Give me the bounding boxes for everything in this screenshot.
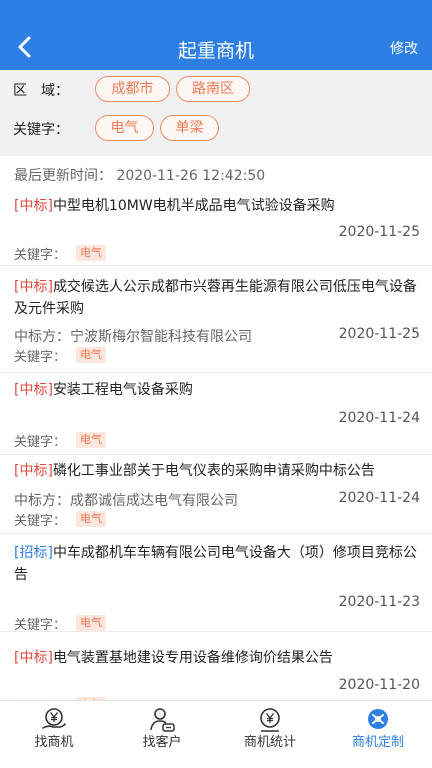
tab-label: 找商机 (34, 735, 74, 750)
item-tag: [中标] (14, 650, 53, 666)
item-title: [招标]中车成都机车车辆有限公司电气设备大（项）修项目竞标公告 (14, 545, 417, 583)
item-tag: [中标] (14, 382, 53, 398)
keyword-label: 关键字： (13, 122, 69, 138)
item-date: 2020-11-24 (338, 410, 420, 426)
keyword-label: 关键字： (14, 618, 67, 633)
keyword-label: 关键字： (14, 350, 67, 365)
keyword-chip: 电气 (76, 615, 106, 631)
filter-panel: 区 域： 成都市 路南区 关键字： 电气 单梁 (0, 70, 432, 156)
customer-icon (150, 708, 175, 732)
tab-opportunity-custom[interactable]: 商机定制 (324, 701, 432, 768)
keyword-chip: 电气 (76, 245, 106, 261)
keyword-chip-danliang[interactable]: 单梁 (160, 115, 219, 141)
list-item[interactable]: [中标]安装工程电气设备采购 2020-11-24 关键字： 电气 (0, 373, 432, 455)
edit-button[interactable]: 修改 (390, 38, 418, 58)
item-title: [中标]成交候选人公示成都市兴蓉再生能源有限公司低压电气设备及元件采购 (14, 279, 417, 317)
item-tag: [中标] (14, 279, 53, 295)
region-chip-lunan[interactable]: 路南区 (176, 76, 250, 102)
tab-label: 商机定制 (351, 735, 404, 750)
list-item[interactable]: [中标]成交候选人公示成都市兴蓉再生能源有限公司低压电气设备及元件采购 中标方：… (0, 266, 432, 373)
item-title: [中标]中型电机10MW电机半成品电气试验设备采购 (14, 198, 335, 214)
item-tag: [中标] (14, 198, 53, 214)
region-label: 区 域： (13, 83, 69, 99)
tab-label: 商机统计 (243, 735, 296, 750)
item-title: [中标]磷化工事业部关于电气仪表的采购申请采购中标公告 (14, 463, 375, 479)
item-date: 2020-11-25 (338, 326, 420, 342)
list-item[interactable]: [中标]中型电机10MW电机半成品电气试验设备采购 2020-11-25 关键字… (0, 189, 432, 266)
item-date: 2020-11-20 (338, 677, 420, 693)
keyword-chip-dianqi[interactable]: 电气 (95, 115, 154, 141)
yen-chart-icon (260, 708, 280, 732)
tab-label: 找客户 (142, 735, 182, 750)
region-chip-chengdu[interactable]: 成都市 (95, 76, 170, 102)
item-tag: [招标] (14, 545, 53, 561)
keyword-chip: 电气 (76, 347, 106, 363)
item-date: 2020-11-24 (338, 490, 420, 506)
keyword-chip: 电气 (76, 432, 106, 448)
list-item[interactable]: [中标]磷化工事业部关于电气仪表的采购申请采购中标公告 中标方：成都诚信成达电气… (0, 455, 432, 534)
custom-icon (368, 709, 388, 729)
keyword-chip: 电气 (76, 511, 106, 527)
keyword-row: 关键字： 电气 单梁 (0, 113, 432, 143)
keyword-label: 关键字： (14, 248, 67, 263)
bottom-tab-bar: 找商机 找客户 商机统计 商机定制 (0, 700, 432, 768)
list-item[interactable]: [招标]中车成都机车车辆有限公司电气设备大（项）修项目竞标公告 2020-11-… (0, 534, 432, 633)
last-updated-text: 最后更新时间： 2020-11-26 12:42:50 (14, 168, 266, 184)
keyword-label: 关键字： (14, 514, 67, 529)
yen-hand-icon (42, 708, 66, 729)
item-title: [中标]电气装置基地建设专用设备维修询价结果公告 (14, 650, 333, 666)
item-date: 2020-11-23 (338, 594, 420, 610)
winner-text: 中标方：宁波斯梅尔智能科技有限公司 (14, 329, 252, 345)
tab-find-opportunity[interactable]: 找商机 (0, 701, 108, 768)
tab-find-customer[interactable]: 找客户 (108, 701, 216, 768)
tab-opportunity-stats[interactable]: 商机统计 (216, 701, 324, 768)
app-header: 起重商机 修改 (0, 0, 432, 70)
keyword-label: 关键字： (14, 435, 67, 450)
item-tag: [中标] (14, 463, 53, 479)
page-title: 起重商机 (177, 40, 254, 62)
winner-text: 中标方：成都诚信成达电气有限公司 (14, 493, 238, 509)
region-row: 区 域： 成都市 路南区 (0, 74, 432, 104)
item-date: 2020-11-25 (338, 224, 420, 240)
item-title: [中标]安装工程电气设备采购 (14, 382, 193, 398)
